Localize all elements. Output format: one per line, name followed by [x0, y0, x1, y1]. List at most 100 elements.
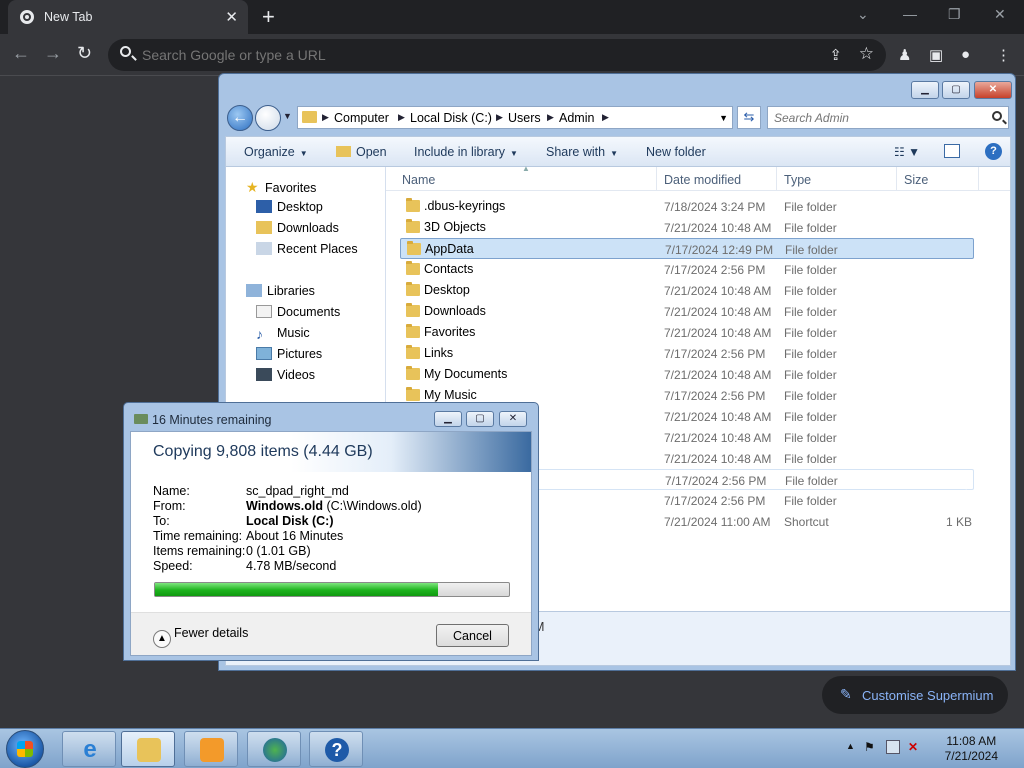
explorer-minimize-button[interactable]: ▁ — [911, 81, 939, 99]
nav-videos[interactable]: Videos — [256, 368, 315, 382]
nav-music[interactable]: ♪ Music — [256, 326, 310, 342]
help-icon: ? — [325, 738, 349, 762]
nav-downloads[interactable]: Downloads — [256, 221, 339, 235]
open-button[interactable]: Open — [336, 145, 387, 159]
file-row[interactable]: .dbus-keyrings 7/18/2024 3:24 PM File fold… — [400, 196, 974, 217]
file-date: 7/17/2024 12:49 PM — [665, 243, 774, 257]
side-panel-icon[interactable]: ▣ — [929, 46, 943, 64]
new-tab-icon[interactable]: + — [262, 4, 275, 30]
fewer-details-button[interactable]: ▲ Fewer details — [153, 626, 248, 648]
file-date: 7/17/2024 2:56 PM — [665, 474, 767, 488]
explorer-back-button[interactable]: ← — [227, 105, 253, 131]
file-date: 7/17/2024 2:56 PM — [664, 389, 766, 403]
file-row[interactable]: Favorites 7/21/2024 10:48 AM File folder — [400, 322, 974, 343]
file-date: 7/21/2024 10:48 AM — [664, 326, 772, 340]
search-box[interactable] — [767, 106, 1009, 129]
omnibox-input[interactable] — [142, 45, 782, 65]
address-dropdown-icon[interactable]: ▼ — [719, 113, 728, 123]
taskbar-network[interactable] — [247, 731, 301, 767]
restore-icon[interactable]: ❐ — [948, 6, 961, 23]
nav-recent-places[interactable]: Recent Places — [256, 242, 358, 256]
nav-libraries[interactable]: Libraries — [246, 284, 315, 298]
dialog-minimize-button[interactable]: ▁ — [434, 411, 462, 427]
cancel-button[interactable]: Cancel — [436, 624, 509, 647]
file-type: File folder — [784, 368, 837, 382]
dialog-maximize-button[interactable]: ▢ — [466, 411, 494, 427]
close-window-icon[interactable]: ✕ — [994, 6, 1006, 23]
network-icon[interactable] — [886, 740, 900, 754]
file-row[interactable]: AppData 7/17/2024 12:49 PM File folder — [400, 238, 974, 259]
dialog-close-button[interactable]: ✕ — [499, 411, 527, 427]
file-row[interactable]: My Documents 7/21/2024 10:48 AM File folde… — [400, 364, 974, 385]
breadcrumb-admin[interactable]: Admin — [559, 111, 594, 125]
nav-pictures[interactable]: Pictures — [256, 347, 322, 361]
taskbar-internet-explorer[interactable]: e — [62, 731, 116, 767]
omnibox[interactable]: ⇪ ☆ — [108, 39, 886, 71]
copy-progress-bar — [154, 582, 510, 597]
close-tab-icon[interactable]: ✕ — [225, 8, 238, 26]
breadcrumb-local-disk[interactable]: Local Disk (C:) — [410, 111, 492, 125]
extensions-icon[interactable]: ♟ — [898, 46, 911, 64]
search-input[interactable] — [774, 110, 974, 126]
profile-icon[interactable]: ● — [961, 46, 970, 63]
volume-muted-icon[interactable]: ✕ — [908, 740, 922, 754]
explorer-close-button[interactable]: ✕ — [974, 81, 1012, 99]
file-row[interactable]: 3D Objects 7/21/2024 10:48 AM File folder — [400, 217, 974, 238]
action-center-flag-icon[interactable]: ⚑ — [864, 740, 878, 754]
from-row: From: Windows.old (C:\Windows.old) — [153, 499, 422, 513]
nav-favorites[interactable]: ★ Favorites — [246, 179, 316, 195]
tab-search-icon[interactable]: ⌄ — [857, 6, 869, 23]
file-name: Desktop — [424, 283, 470, 297]
refresh-icon[interactable]: ⇆ — [737, 106, 761, 129]
file-row[interactable]: Desktop 7/21/2024 10:48 AM File folder — [400, 280, 974, 301]
clock[interactable]: 11:08 AM 7/21/2024 — [945, 734, 998, 764]
new-folder-button[interactable]: New folder — [646, 145, 706, 159]
forward-icon[interactable]: → — [44, 43, 62, 64]
column-name[interactable]: Name — [402, 173, 435, 187]
desktop-icon — [256, 200, 272, 213]
nav-desktop[interactable]: Desktop — [256, 200, 323, 214]
breadcrumb-users[interactable]: Users — [508, 111, 541, 125]
help-icon[interactable]: ? — [985, 143, 1002, 160]
file-date: 7/18/2024 3:24 PM — [664, 200, 766, 214]
bookmark-star-icon[interactable]: ☆ — [859, 44, 874, 64]
file-name: AppData — [425, 242, 474, 256]
breadcrumb-computer[interactable]: Computer — [334, 111, 389, 125]
column-type[interactable]: Type — [784, 173, 811, 187]
to-value[interactable]: Local Disk (C:) — [246, 514, 334, 528]
folder-icon — [406, 387, 420, 401]
from-value[interactable]: Windows.old (C:\Windows.old) — [246, 499, 422, 513]
minimize-icon[interactable]: — — [903, 6, 917, 22]
address-bar[interactable]: ▶ Computer ▶ Local Disk (C:) ▶ Users ▶ A… — [297, 106, 733, 129]
tab-new-tab[interactable]: New Tab ✕ — [8, 0, 248, 34]
explorer-maximize-button[interactable]: ▢ — [942, 81, 970, 99]
start-button[interactable] — [6, 730, 44, 768]
nav-documents[interactable]: Documents — [256, 305, 340, 319]
taskbar-help[interactable]: ? — [309, 731, 363, 767]
share-with-button[interactable]: Share with ▼ — [546, 145, 618, 159]
show-hidden-icons-icon[interactable]: ▲ — [846, 741, 855, 751]
file-type: File folder — [785, 474, 838, 488]
change-view-icon[interactable]: ☷ ▼ — [894, 145, 920, 159]
reload-icon[interactable]: ↻ — [77, 43, 92, 64]
share-icon[interactable]: ⇪ — [829, 46, 842, 64]
explorer-forward-button[interactable] — [255, 105, 281, 131]
copy-icon — [134, 414, 148, 424]
taskbar-explorer[interactable] — [121, 731, 175, 767]
column-size[interactable]: Size — [904, 173, 928, 187]
customise-button[interactable]: ✎ Customise Supermium — [822, 676, 1008, 714]
back-icon[interactable]: ← — [12, 43, 30, 64]
file-row[interactable]: Links 7/17/2024 2:56 PM File folder — [400, 343, 974, 364]
column-date-modified[interactable]: Date modified — [664, 173, 741, 187]
pictures-icon — [256, 347, 272, 360]
menu-icon[interactable]: ⋮ — [996, 46, 1011, 64]
preview-pane-icon[interactable] — [944, 144, 960, 158]
organize-button[interactable]: Organize ▼ — [244, 145, 308, 159]
file-row[interactable]: Downloads 7/21/2024 10:48 AM File folder — [400, 301, 974, 322]
file-row[interactable]: Contacts 7/17/2024 2:56 PM File folder — [400, 259, 974, 280]
recent-pages-dropdown-icon[interactable]: ▼ — [283, 111, 292, 121]
include-in-library-button[interactable]: Include in library ▼ — [414, 145, 518, 159]
file-date: 7/21/2024 10:48 AM — [664, 284, 772, 298]
file-name: Links — [424, 346, 454, 360]
taskbar-media-player[interactable] — [184, 731, 238, 767]
